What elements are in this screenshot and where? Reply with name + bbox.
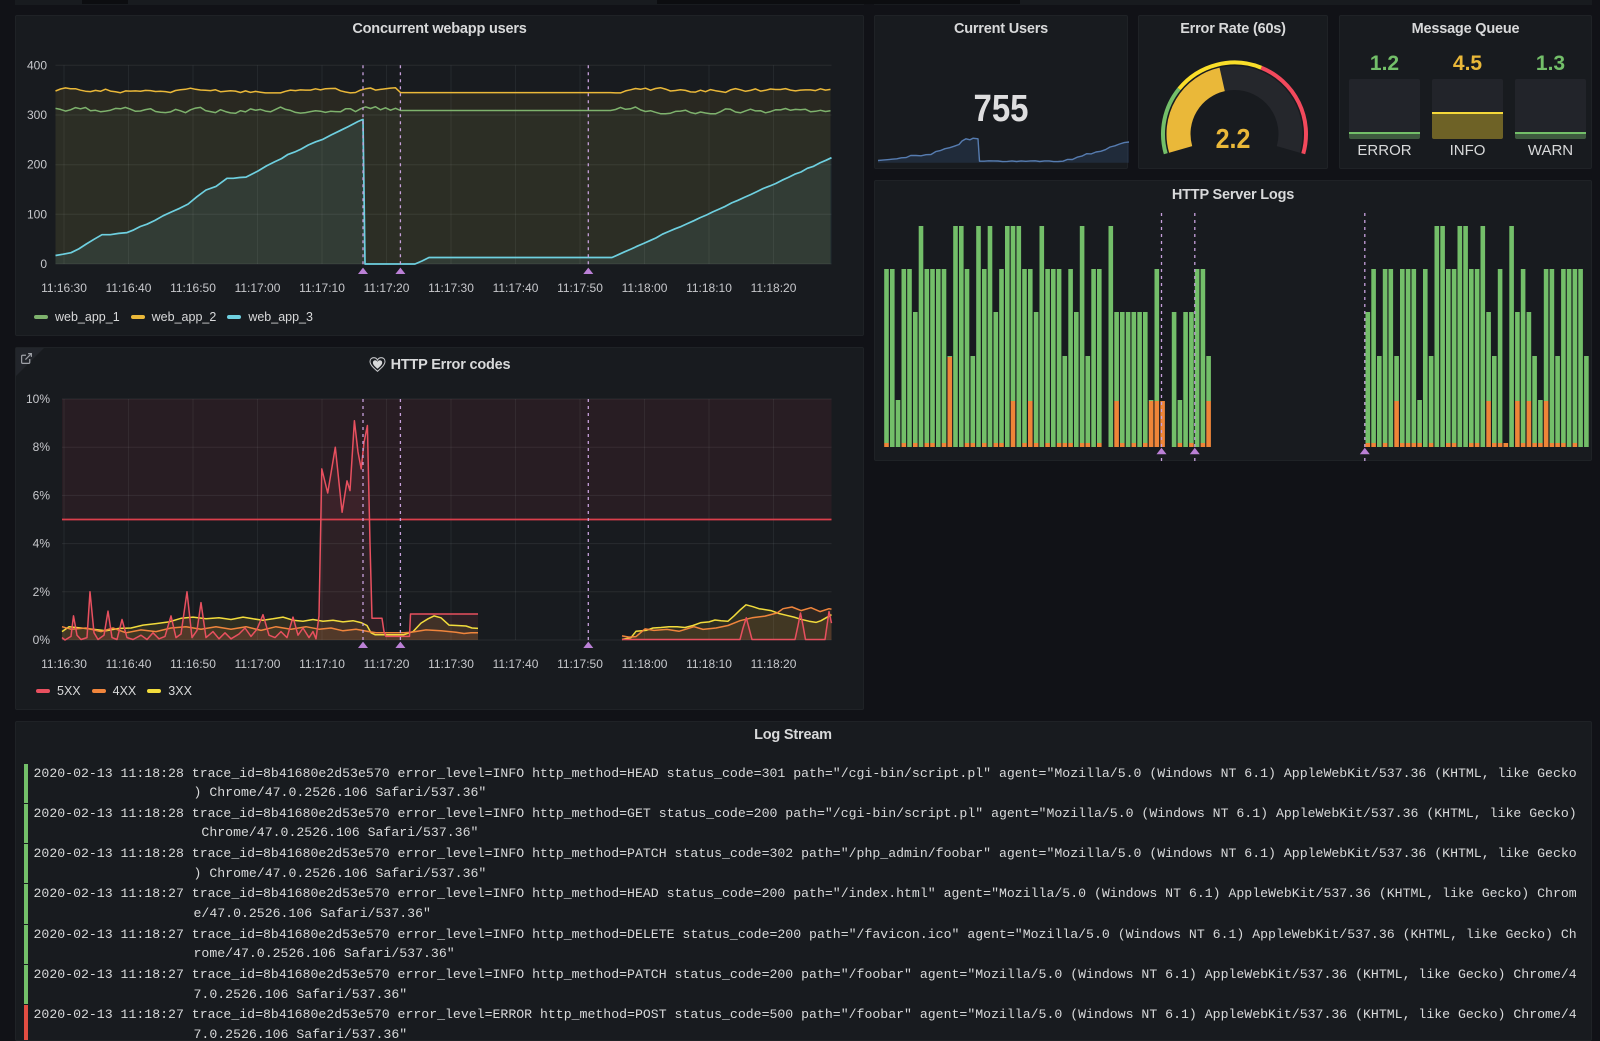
svg-text:0: 0 <box>40 257 47 271</box>
svg-text:11:18:10: 11:18:10 <box>686 281 732 295</box>
svg-text:11:18:00: 11:18:00 <box>622 281 668 295</box>
svg-text:11:18:10: 11:18:10 <box>686 657 732 671</box>
svg-text:11:16:50: 11:16:50 <box>170 657 216 671</box>
svg-text:11:17:40: 11:17:40 <box>493 657 539 671</box>
svg-text:11:18:20: 11:18:20 <box>751 281 797 295</box>
svg-text:11:17:30: 11:17:30 <box>428 657 474 671</box>
svg-text:11:17:50: 11:17:50 <box>557 657 603 671</box>
svg-text:400: 400 <box>27 58 47 72</box>
svg-text:2%: 2% <box>33 585 51 599</box>
svg-text:6%: 6% <box>33 488 51 502</box>
svg-text:11:16:50: 11:16:50 <box>170 281 216 295</box>
svg-text:11:17:40: 11:17:40 <box>493 281 539 295</box>
svg-text:11:17:30: 11:17:30 <box>428 281 474 295</box>
svg-text:11:17:00: 11:17:00 <box>235 281 281 295</box>
svg-text:11:16:40: 11:16:40 <box>106 657 152 671</box>
svg-text:11:17:50: 11:17:50 <box>557 281 603 295</box>
svg-text:11:17:20: 11:17:20 <box>364 657 410 671</box>
svg-text:11:18:20: 11:18:20 <box>751 657 797 671</box>
svg-text:100: 100 <box>27 207 47 221</box>
svg-text:11:17:20: 11:17:20 <box>364 281 410 295</box>
svg-text:11:17:10: 11:17:10 <box>299 281 345 295</box>
svg-text:11:17:00: 11:17:00 <box>235 657 281 671</box>
svg-text:11:18:00: 11:18:00 <box>622 657 668 671</box>
svg-text:11:16:30: 11:16:30 <box>41 281 87 295</box>
svg-text:11:16:40: 11:16:40 <box>106 281 152 295</box>
svg-text:10%: 10% <box>26 392 50 406</box>
svg-text:200: 200 <box>27 158 47 172</box>
svg-text:11:17:10: 11:17:10 <box>299 657 345 671</box>
svg-text:4%: 4% <box>33 537 51 551</box>
svg-text:8%: 8% <box>33 440 51 454</box>
svg-text:11:16:30: 11:16:30 <box>41 657 87 671</box>
svg-text:0%: 0% <box>33 633 51 647</box>
svg-text:300: 300 <box>27 108 47 122</box>
